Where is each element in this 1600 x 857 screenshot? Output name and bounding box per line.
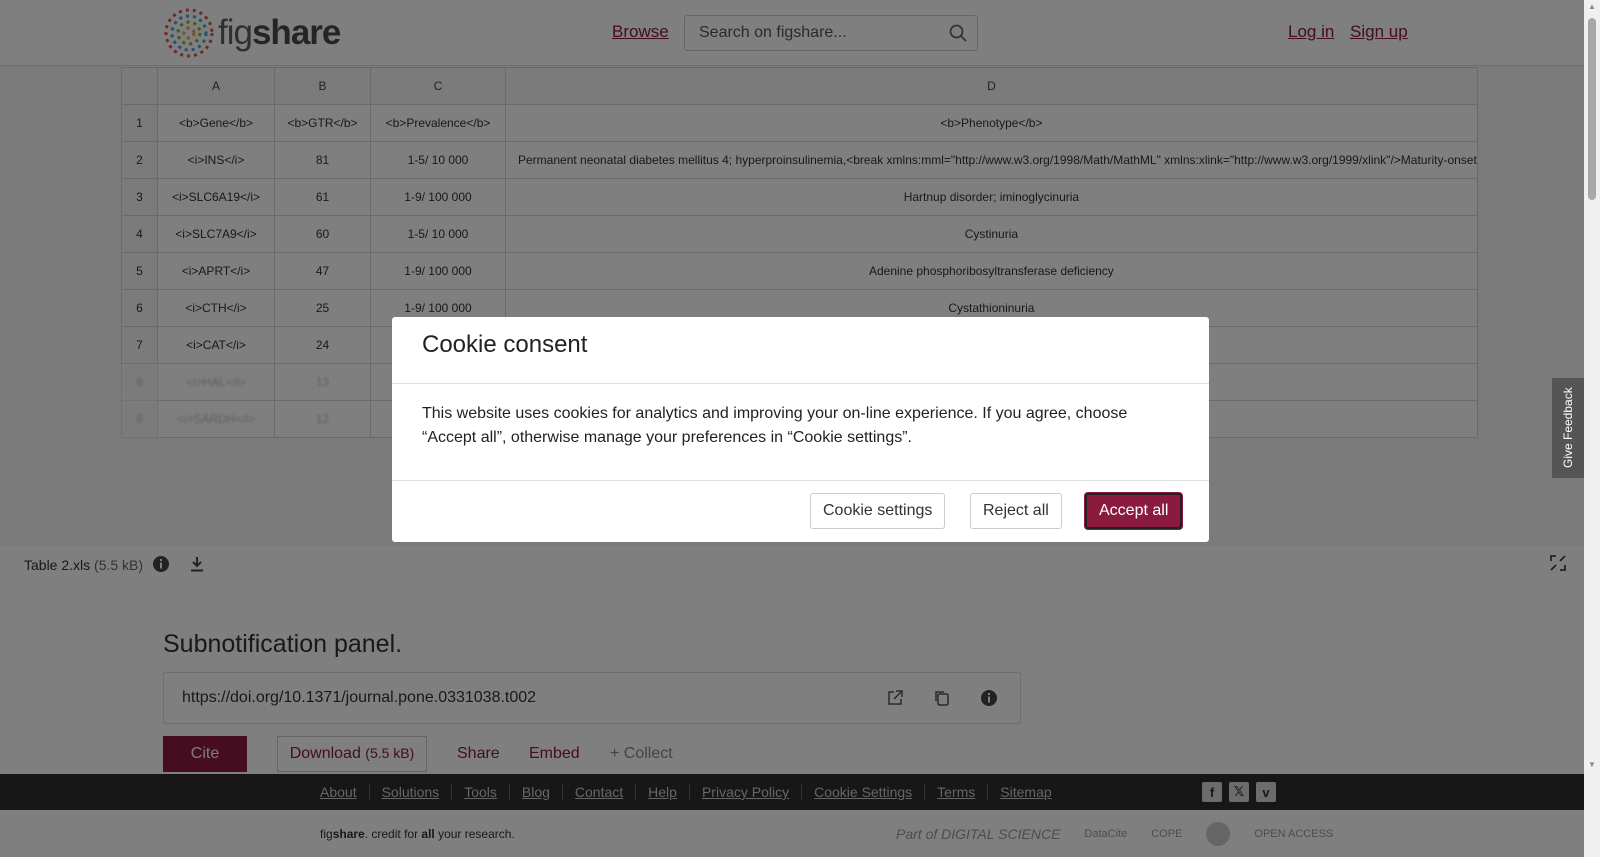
cookie-settings-button[interactable]: Cookie settings <box>810 493 946 529</box>
cookie-consent-dialog: Cookie consent This website uses cookies… <box>392 317 1209 542</box>
page-scrollbar[interactable]: ▲ ▼ <box>1584 0 1600 857</box>
scroll-down-icon[interactable]: ▼ <box>1588 760 1596 769</box>
dialog-title: Cookie consent <box>422 331 588 358</box>
scroll-up-icon[interactable]: ▲ <box>1588 2 1596 11</box>
accept-all-button[interactable]: Accept all <box>1085 493 1183 529</box>
reject-all-button[interactable]: Reject all <box>970 493 1062 529</box>
give-feedback-tab[interactable]: Give Feedback <box>1552 378 1584 478</box>
scrollbar-thumb[interactable] <box>1588 18 1596 200</box>
divider <box>392 383 1209 384</box>
divider <box>392 480 1209 481</box>
dialog-body: This website uses cookies for analytics … <box>422 405 1128 446</box>
